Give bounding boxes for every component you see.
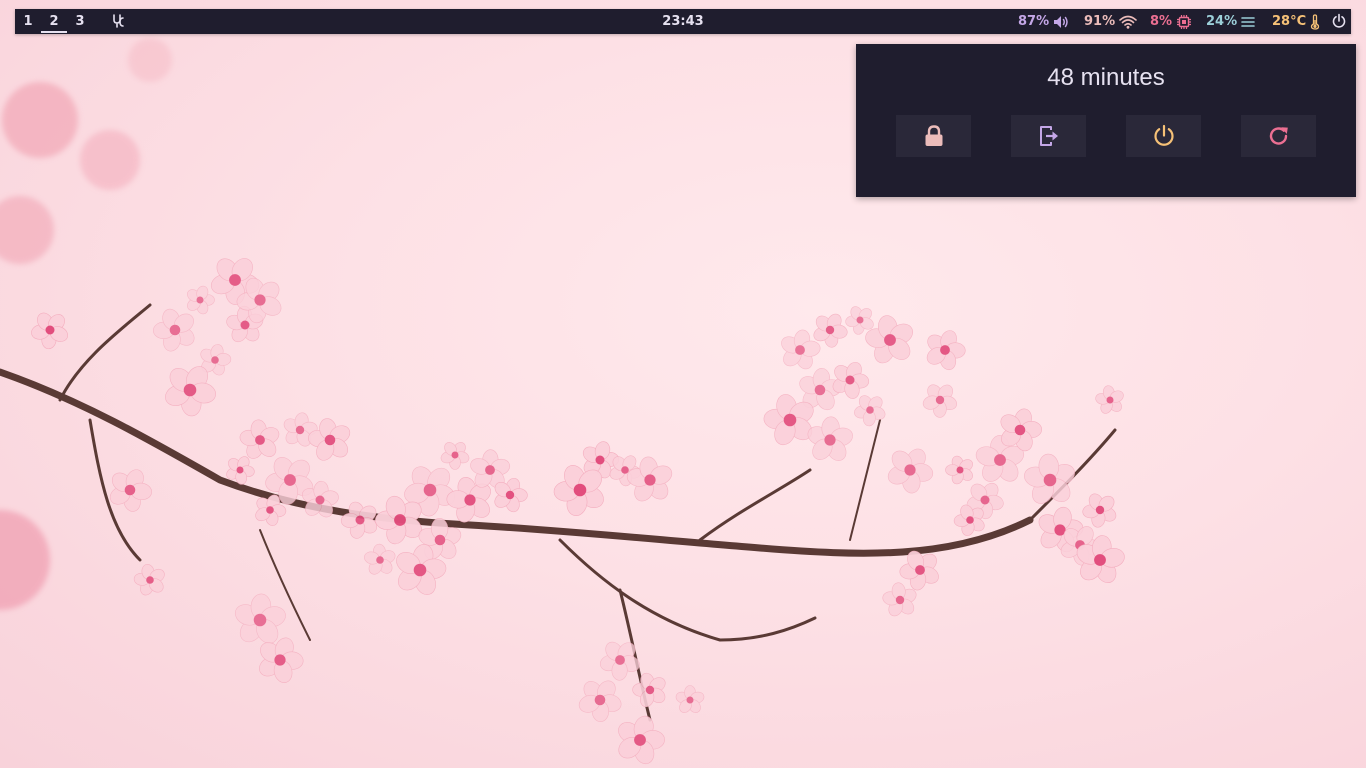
blossom-flower <box>632 672 666 708</box>
blossom-flower <box>922 384 958 418</box>
blossom-flower <box>1082 493 1117 528</box>
uptime-label: 48 minutes <box>1047 64 1165 91</box>
shutdown-button[interactable] <box>1126 115 1201 157</box>
logout-icon <box>1039 126 1058 146</box>
blossom-flower <box>239 419 280 459</box>
volume-value: 87% <box>1018 14 1050 29</box>
blossom-flower <box>440 442 470 470</box>
wifi-icon <box>1119 15 1137 29</box>
power-icon <box>1153 124 1174 146</box>
workspace-3-button[interactable]: 3 <box>67 9 93 34</box>
blossom-flower <box>234 593 286 644</box>
cpu-value: 8% <box>1150 14 1173 29</box>
logout-button[interactable] <box>1011 115 1086 157</box>
blossom-flower <box>618 715 665 765</box>
blossom-flower <box>945 455 973 485</box>
temperature-value: 28°C <box>1272 14 1307 29</box>
reboot-icon <box>1269 127 1288 145</box>
blossom-flower <box>926 330 966 371</box>
blossom-cluster <box>31 258 1125 765</box>
reboot-button[interactable] <box>1241 115 1316 157</box>
top-bar: 1 2 3 23:43 87% 91% 8% 24% 28°C <box>15 9 1351 34</box>
session-menu: 48 minutes <box>856 44 1356 197</box>
blossom-flower <box>187 285 215 315</box>
workspace-1-button[interactable]: 1 <box>15 9 41 34</box>
blossom-flower <box>31 312 69 350</box>
blossom-flower <box>578 680 622 722</box>
blossom-flower <box>675 685 705 713</box>
blossom-flower <box>854 395 886 427</box>
blossom-flower <box>364 543 396 575</box>
lock-button[interactable] <box>896 115 971 157</box>
temperature-module[interactable]: 28°C <box>1272 9 1320 34</box>
layout-icon[interactable] <box>111 13 127 29</box>
volume-module[interactable]: 87% <box>1018 9 1069 34</box>
lock-icon <box>925 125 942 146</box>
blossom-flower <box>259 637 304 683</box>
wifi-value: 91% <box>1084 14 1116 29</box>
clock[interactable]: 23:43 <box>662 14 703 29</box>
blossom-flower <box>133 564 165 596</box>
thermometer-icon <box>1310 13 1320 30</box>
blossom-flower <box>153 308 195 352</box>
memory-icon <box>1241 16 1255 27</box>
wifi-module[interactable]: 91% <box>1084 9 1137 34</box>
blossom-flower <box>887 448 934 494</box>
blossom-flower <box>109 469 152 512</box>
blossom-flower <box>599 641 640 681</box>
blossom-flower <box>1095 385 1124 414</box>
blurred-blossoms <box>0 38 172 610</box>
volume-icon <box>1054 15 1068 28</box>
power-icon[interactable] <box>1331 13 1347 29</box>
memory-value: 24% <box>1206 14 1238 29</box>
memory-module[interactable]: 24% <box>1206 9 1255 34</box>
cpu-module[interactable]: 8% <box>1150 9 1192 34</box>
blossom-flower <box>807 416 853 461</box>
workspace-2-button[interactable]: 2 <box>41 9 67 34</box>
cpu-icon <box>1177 14 1192 29</box>
